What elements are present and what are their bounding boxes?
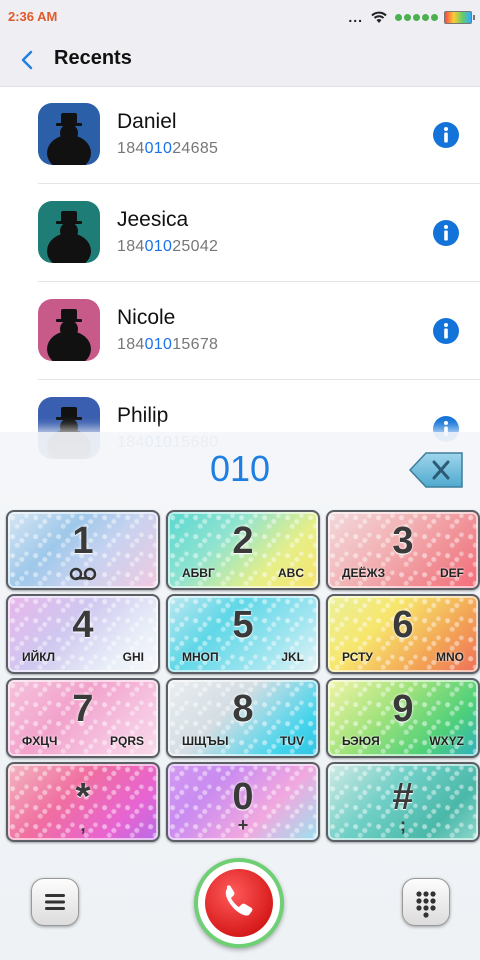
- recent-call-row[interactable]: Jeesica 18401025042: [0, 184, 480, 282]
- key-digit: 8: [232, 688, 254, 730]
- number-prefix: 184: [117, 336, 145, 353]
- key-digit: 1: [72, 520, 94, 562]
- avatar: [38, 201, 100, 263]
- key-digit: #: [392, 776, 414, 818]
- key-latin-letters: JKL: [281, 650, 304, 664]
- dialed-number: 010: [209, 448, 271, 489]
- key-0[interactable]: 0 +: [166, 762, 320, 842]
- menu-icon: [45, 894, 65, 910]
- status-icons: ...: [348, 8, 475, 26]
- menu-button[interactable]: [31, 878, 79, 926]
- contact-name: Jeesica: [117, 208, 189, 231]
- key-3[interactable]: 3 ДЕЁЖЗ DEF: [326, 510, 480, 590]
- contact-number: 18401024685: [117, 140, 218, 158]
- page-title: Recents: [54, 47, 132, 69]
- key-digit: *: [75, 776, 91, 818]
- voicemail-icon: [69, 567, 97, 581]
- backspace-button[interactable]: [408, 450, 466, 490]
- key-cyrillic-letters: ШЩЪЫ: [182, 734, 229, 748]
- key-5[interactable]: 5 МНОП JKL: [166, 594, 320, 674]
- key-digit: 0: [232, 776, 254, 818]
- key-6[interactable]: 6 РСТУ MNO: [326, 594, 480, 674]
- phone-icon: [225, 885, 253, 916]
- key-star[interactable]: *,: [6, 762, 160, 842]
- number-suffix: 24685: [172, 140, 219, 157]
- dialer-panel: 010 1 2 АБВГ ABC 3 ДЕЁЖЗ DEF 4 ИЙКЛ GHI 5 МНОП JKL 6 Р…: [0, 432, 480, 960]
- number-suffix: 25042: [172, 238, 219, 255]
- number-suffix: 15678: [172, 336, 219, 353]
- key-cyrillic-letters: РСТУ: [342, 650, 373, 664]
- key-digit: 4: [72, 604, 94, 646]
- battery-icon: [444, 10, 475, 24]
- back-button[interactable]: [16, 48, 40, 72]
- key-sub-symbol: ;: [400, 815, 406, 835]
- contact-number: 18401015678: [117, 336, 218, 354]
- info-button[interactable]: [432, 219, 460, 247]
- key-latin-letters: DEF: [440, 566, 464, 580]
- key-cyrillic-letters: ИЙКЛ: [22, 650, 55, 664]
- key-1[interactable]: 1: [6, 510, 160, 590]
- key-sub-symbol: ,: [80, 815, 86, 835]
- number-match: 010: [144, 238, 173, 255]
- key-latin-letters: PQRS: [109, 734, 144, 748]
- status-bar: 2:36 AM ...: [0, 0, 480, 34]
- avatar: [38, 103, 100, 165]
- avatar: [38, 299, 100, 361]
- keypad-toggle-button[interactable]: [402, 878, 450, 926]
- number-prefix: 184: [117, 238, 145, 255]
- more-dots-icon: ...: [348, 9, 363, 25]
- key-digit: 6: [392, 604, 414, 646]
- status-time: 2:36 AM: [8, 9, 58, 24]
- key-digit: 9: [392, 688, 414, 730]
- recent-call-row[interactable]: Nicole 18401015678: [0, 282, 480, 380]
- key-digit: 2: [232, 520, 254, 562]
- number-match: 010: [144, 336, 173, 353]
- keypad-icon: [416, 891, 436, 918]
- info-button[interactable]: [432, 317, 460, 345]
- key-digit: 5: [232, 604, 254, 646]
- key-7[interactable]: 7 ФХЦЧ PQRS: [6, 678, 160, 758]
- contact-name: Philip: [117, 404, 169, 427]
- key-cyrillic-letters: АБВГ: [182, 566, 215, 580]
- key-2[interactable]: 2 АБВГ ABC: [166, 510, 320, 590]
- info-button[interactable]: [432, 121, 460, 149]
- contact-name: Daniel: [117, 110, 177, 133]
- key-cyrillic-letters: ФХЦЧ: [22, 734, 58, 748]
- key-latin-letters: MNO: [436, 650, 464, 664]
- key-latin-letters: ABC: [278, 566, 304, 580]
- number-prefix: 184: [117, 140, 145, 157]
- key-hash[interactable]: #;: [326, 762, 480, 842]
- key-4[interactable]: 4 ИЙКЛ GHI: [6, 594, 160, 674]
- key-latin-letters: TUV: [280, 734, 304, 748]
- key-9[interactable]: 9 ЬЭЮЯ WXYZ: [326, 678, 480, 758]
- key-digit: 3: [392, 520, 414, 562]
- number-match: 010: [144, 140, 173, 157]
- key-8[interactable]: 8 ШЩЪЫ TUV: [166, 678, 320, 758]
- key-cyrillic-letters: МНОП: [182, 650, 219, 664]
- contact-name: Nicole: [117, 306, 176, 329]
- recents-list: Daniel 18401024685 Jeesica 18401025042 Nicol…: [0, 86, 480, 478]
- recent-call-row[interactable]: Daniel 18401024685: [0, 86, 480, 184]
- key-sub-symbol: +: [237, 815, 249, 835]
- app-header: Recents: [0, 34, 480, 87]
- key-cyrillic-letters: ДЕЁЖЗ: [342, 566, 386, 580]
- key-cyrillic-letters: ЬЭЮЯ: [342, 734, 380, 748]
- signal-icon: [395, 13, 438, 21]
- call-button[interactable]: [194, 858, 284, 948]
- key-latin-letters: GHI: [122, 650, 144, 664]
- key-digit: 7: [72, 688, 94, 730]
- contact-number: 18401025042: [117, 238, 218, 256]
- wifi-icon: [371, 11, 387, 23]
- key-latin-letters: WXYZ: [429, 734, 464, 748]
